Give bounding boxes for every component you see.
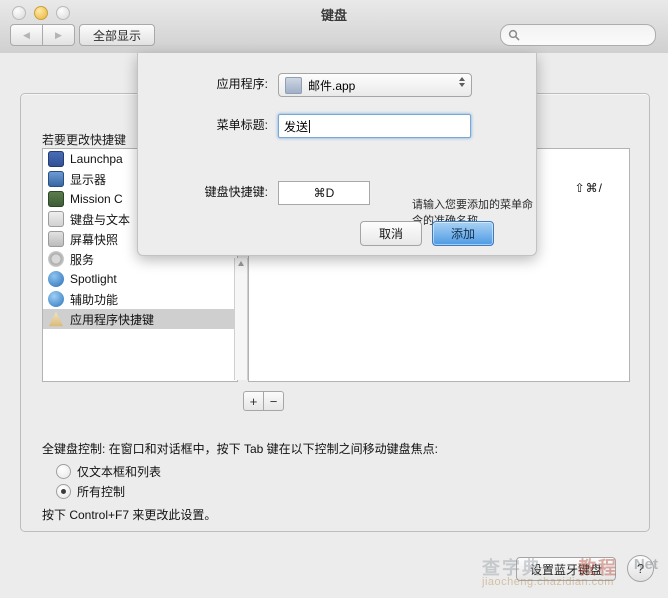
radio-button[interactable] (56, 464, 71, 479)
radio-label: 所有控制 (77, 485, 126, 499)
window-titlebar: 键盘 ◀ ▶ 全部显示 (0, 0, 668, 54)
navigation-buttons: ◀ ▶ (10, 24, 75, 46)
search-field[interactable] (500, 24, 656, 46)
mail-app-icon (285, 76, 302, 94)
accessibility-icon (48, 291, 64, 307)
search-icon (508, 29, 520, 41)
screenshot-icon (48, 231, 64, 247)
sidebar-item-label: Launchpa (70, 152, 123, 166)
search-input[interactable] (524, 28, 638, 42)
radio-text-boxes-and-lists[interactable]: 仅文本框和列表 (56, 463, 161, 480)
shortcut-key-value: ⇧⌘/ (574, 181, 603, 195)
show-all-button[interactable]: 全部显示 (79, 24, 156, 46)
services-gear-icon (48, 251, 64, 267)
help-button[interactable]: ? (627, 555, 654, 582)
sidebar-item-label: 屏幕快照 (70, 232, 119, 247)
mission-control-icon (48, 191, 64, 207)
radio-button[interactable] (56, 484, 71, 499)
sidebar-item-accessibility[interactable]: 辅助功能 (43, 289, 237, 309)
forward-button[interactable]: ▶ (43, 24, 75, 46)
menu-title-input[interactable]: 发送 (278, 114, 471, 138)
text-caret (309, 119, 311, 133)
sidebar-item-label: Spotlight (70, 272, 117, 286)
app-shortcuts-icon (48, 311, 64, 327)
sidebar-item-label: 应用程序快捷键 (70, 312, 155, 327)
add-shortcut-sheet: 应用程序: 邮件.app 菜单标题: 发送 请输入您要添加的菜单命令的准确名称。… (137, 53, 537, 256)
window-bottom-bar: 设置蓝牙键盘 ? 查字典 教程 Net jiaocheng.chazidian.… (0, 543, 668, 598)
sidebar-item-label: 服务 (70, 252, 95, 267)
list-scrollbar[interactable] (234, 258, 248, 380)
list-edit-buttons: + − (243, 391, 284, 411)
shortcut-recorder-field[interactable]: ⌘D (278, 181, 370, 205)
window-title: 键盘 (320, 8, 347, 23)
sidebar-item-label: 键盘与文本 (70, 212, 131, 227)
spotlight-icon (48, 271, 64, 287)
chevron-updown-icon (459, 77, 465, 87)
sidebar-item-label: 显示器 (70, 172, 107, 187)
full-keyboard-access-label: 全键盘控制: 在窗口和对话框中，按下 Tab 键在以下控制之间移动键盘焦点: (42, 442, 439, 456)
shortcut-label: 键盘快捷键: (204, 185, 268, 199)
cancel-button[interactable]: 取消 (360, 221, 423, 246)
remove-shortcut-button[interactable]: − (264, 391, 284, 411)
application-value: 邮件.app (308, 78, 356, 93)
back-button[interactable]: ◀ (10, 24, 43, 46)
shortcut-value: ⌘D (313, 186, 335, 200)
scroll-up-arrow-icon[interactable] (238, 261, 244, 266)
menu-title-label: 菜单标题: (216, 118, 268, 132)
sidebar-item-label: Mission C (70, 192, 123, 206)
add-shortcut-button[interactable]: + (243, 391, 264, 411)
keyboard-icon (48, 211, 64, 227)
launchpad-icon (48, 151, 64, 167)
sidebar-item-app-shortcuts[interactable]: 应用程序快捷键 (43, 309, 237, 329)
setup-bluetooth-keyboard-button[interactable]: 设置蓝牙键盘 (515, 557, 616, 581)
application-popup-button[interactable]: 邮件.app (278, 73, 472, 97)
sidebar-item-label: 辅助功能 (70, 292, 119, 307)
radio-all-controls[interactable]: 所有控制 (56, 483, 125, 500)
shortcuts-hint-label: 若要更改快捷键 (42, 133, 127, 147)
control-f7-note: 按下 Control+F7 来更改此设置。 (42, 508, 217, 522)
add-button[interactable]: 添加 (432, 221, 495, 246)
keyboard-preferences-window: 键盘 ◀ ▶ 全部显示 若要更改快捷键 Launchpa 显示器 Mission… (0, 0, 668, 598)
menu-title-value: 发送 (284, 119, 309, 134)
sidebar-item-spotlight[interactable]: Spotlight (43, 269, 237, 289)
display-icon (48, 171, 64, 187)
radio-label: 仅文本框和列表 (77, 465, 162, 479)
application-label: 应用程序: (216, 77, 268, 91)
